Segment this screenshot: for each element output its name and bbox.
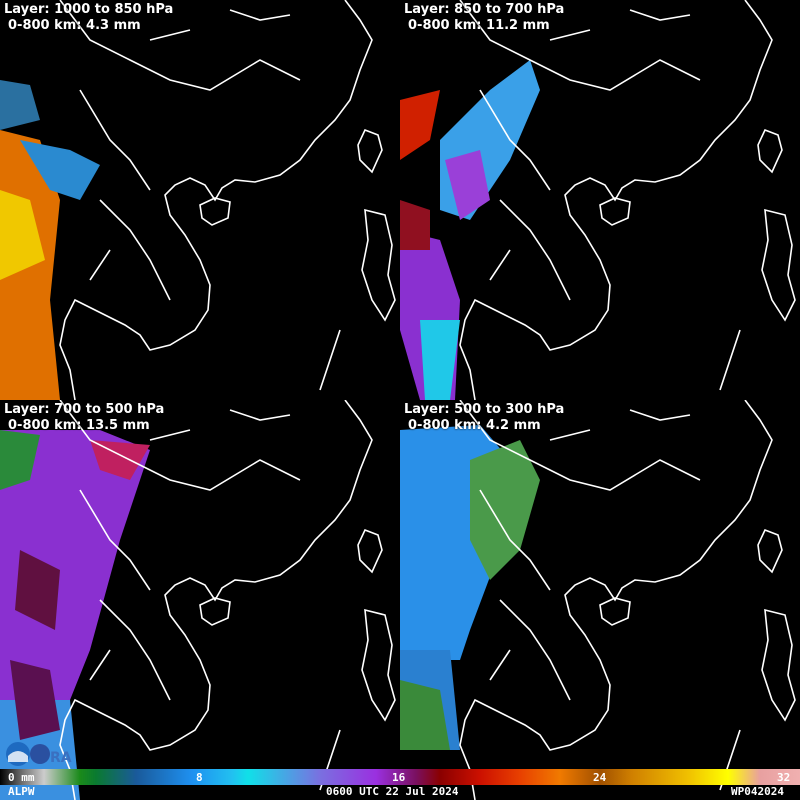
colorbar-unit-label: 0 mm	[8, 771, 35, 784]
svg-text:RA: RA	[50, 750, 72, 766]
colorbar-tick: 8	[196, 771, 203, 784]
layer-label: Layer: 700 to 500 hPa 0-800 km: 13.5 mm	[4, 402, 165, 433]
panel-850-700: Layer: 850 to 700 hPa 0-800 km: 11.2 mm	[400, 0, 800, 400]
map-canvas	[400, 400, 796, 800]
colorbar-tick: 24	[593, 771, 607, 784]
panel-500-300: Layer: 500 to 300 hPa 0-800 km: 4.2 mm	[400, 400, 800, 800]
panel-1000-850: Layer: 1000 to 850 hPa 0-800 km: 4.3 mm	[0, 0, 400, 400]
map-canvas	[400, 0, 796, 400]
colorbar-tick: 32	[777, 771, 791, 784]
noaa-cira-logo: RA	[6, 742, 72, 766]
colorbar-tick: 16	[392, 771, 406, 784]
layer-label: Layer: 1000 to 850 hPa 0-800 km: 4.3 mm	[4, 2, 174, 33]
map-canvas	[0, 0, 396, 400]
product-name: ALPW	[8, 785, 35, 798]
valid-time: 0600 UTC 22 Jul 2024	[326, 785, 459, 798]
alpw-map-figure: Layer: 1000 to 850 hPa 0-800 km: 4.3 mm L…	[0, 0, 800, 800]
layer-label: Layer: 500 to 300 hPa 0-800 km: 4.2 mm	[404, 402, 565, 433]
storm-id: WP042024	[731, 785, 784, 798]
layer-label: Layer: 850 to 700 hPa 0-800 km: 11.2 mm	[404, 2, 565, 33]
